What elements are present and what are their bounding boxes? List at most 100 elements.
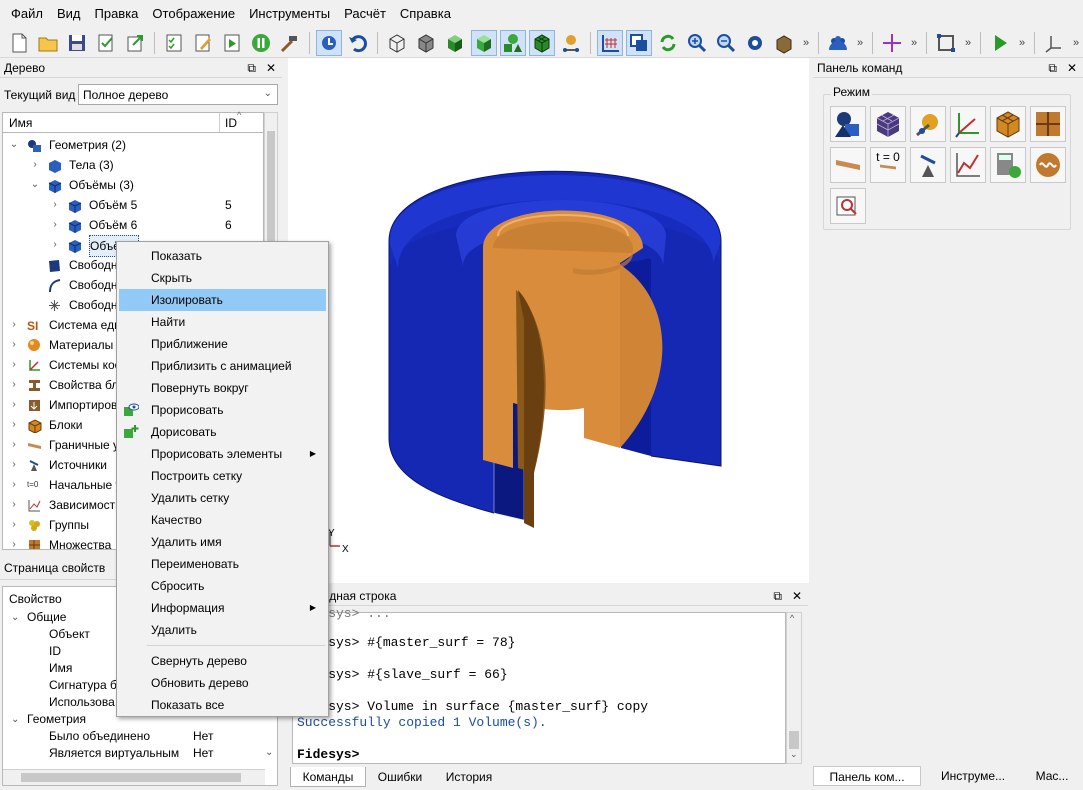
collapsed-icon[interactable]: › <box>8 455 20 475</box>
blocks-mode-button[interactable] <box>990 106 1026 142</box>
float-icon[interactable]: ⧉ <box>247 61 256 76</box>
menu-display[interactable]: Отображение <box>145 0 242 28</box>
zoom-in-icon[interactable] <box>684 30 710 56</box>
calc-mode-button[interactable] <box>990 147 1026 183</box>
select-mode-icon[interactable] <box>316 29 342 56</box>
float-icon[interactable]: ⧉ <box>773 589 782 604</box>
ctx-hide[interactable]: Скрыть <box>119 267 326 289</box>
toolbar-overflow[interactable]: » <box>1016 37 1028 49</box>
view-select[interactable]: Полное дерево ⌄ <box>78 84 278 105</box>
undo-icon[interactable] <box>345 30 371 56</box>
ctx-rename[interactable]: Переименовать <box>119 553 326 575</box>
tab-tools[interactable]: Инструме... <box>925 766 1021 786</box>
mesh-mode-button[interactable] <box>870 106 906 142</box>
export-icon[interactable] <box>122 30 148 56</box>
scroll-up-icon[interactable]: ^ <box>790 613 794 623</box>
ctx-show[interactable]: Показать <box>119 245 326 267</box>
tab-masters[interactable]: Мас... <box>1024 766 1080 786</box>
collapsed-icon[interactable]: › <box>49 235 61 255</box>
tree-item-volume-5[interactable]: › Объём 5 5 <box>3 195 263 215</box>
ctx-quality[interactable]: Качество <box>119 509 326 531</box>
menu-help[interactable]: Справка <box>393 0 458 28</box>
search-mode-button[interactable] <box>830 188 866 224</box>
solid-cube-icon[interactable] <box>471 29 497 56</box>
ctx-find[interactable]: Найти <box>119 311 326 333</box>
tree-item-geometry[interactable]: ⌄ Геометрия (2) <box>3 135 263 155</box>
menu-calc[interactable]: Расчёт <box>337 0 393 28</box>
nodes-icon[interactable] <box>558 30 584 56</box>
dependency-mode-button[interactable] <box>950 147 986 183</box>
zoom-out-icon[interactable] <box>713 30 739 56</box>
ctx-rotate-around[interactable]: Повернуть вокруг <box>119 377 326 399</box>
close-icon[interactable]: ✕ <box>266 61 276 75</box>
scroll-thumb[interactable] <box>267 131 275 241</box>
tree-item-volumes[interactable]: ⌄ Объёмы (3) <box>3 175 263 195</box>
coord-mode-button[interactable] <box>950 106 986 142</box>
tab-errors[interactable]: Ошибки <box>370 767 430 787</box>
scroll-thumb[interactable] <box>21 773 241 782</box>
menu-tools[interactable]: Инструменты <box>242 0 337 28</box>
tab-history[interactable]: История <box>436 767 502 787</box>
crosshair-icon[interactable] <box>879 30 905 56</box>
sources-mode-button[interactable] <box>910 147 946 183</box>
hidden-cube-icon[interactable] <box>413 30 439 56</box>
cmd-scrollbar[interactable]: ^ ⌄ <box>786 612 802 764</box>
edit-doc-icon[interactable] <box>190 30 216 56</box>
toolbar-overflow[interactable]: » <box>854 37 866 49</box>
tree-item-bodies[interactable]: › Тела (3) <box>3 155 263 175</box>
tab-commands[interactable]: Команды <box>290 767 366 787</box>
close-icon[interactable]: ✕ <box>1067 61 1077 75</box>
menu-edit[interactable]: Правка <box>88 0 146 28</box>
close-icon[interactable]: ✕ <box>792 589 802 603</box>
open-folder-icon[interactable] <box>35 30 61 56</box>
run-icon[interactable] <box>987 30 1013 56</box>
wireframe-cube-icon[interactable] <box>384 30 410 56</box>
expanded-icon[interactable]: ⌄ <box>11 711 19 728</box>
ctx-add-draw[interactable]: Дорисовать <box>119 421 326 443</box>
ctx-delete[interactable]: Удалить <box>119 619 326 641</box>
collapsed-icon[interactable]: › <box>8 535 20 549</box>
sets-mode-button[interactable] <box>1030 106 1066 142</box>
ctx-build-mesh[interactable]: Построить сетку <box>119 465 326 487</box>
collapsed-icon[interactable]: › <box>49 215 61 235</box>
toolbar-overflow[interactable]: » <box>1070 37 1082 49</box>
tab-command-panel[interactable]: Панель ком... <box>813 766 921 786</box>
collapsed-icon[interactable]: › <box>8 475 20 495</box>
col-name-header[interactable]: Имя <box>9 116 32 130</box>
menu-view[interactable]: Вид <box>50 0 88 28</box>
new-file-icon[interactable] <box>6 30 32 56</box>
initial-mode-button[interactable]: t = 0 <box>870 147 906 183</box>
ctx-isolate[interactable]: Изолировать <box>119 289 326 311</box>
bounding-box-icon[interactable] <box>933 30 959 56</box>
ctx-zoom-animate[interactable]: Приблизить с анимацией <box>119 355 326 377</box>
material-mode-button[interactable] <box>910 106 946 142</box>
expanded-icon[interactable]: ⌄ <box>11 609 19 626</box>
boundary-mode-button[interactable] <box>830 147 866 183</box>
collapsed-icon[interactable]: › <box>8 335 20 355</box>
toolbar-overflow[interactable]: » <box>908 37 920 49</box>
collapsed-icon[interactable]: › <box>8 395 20 415</box>
ctx-info[interactable]: Информация ▶ <box>119 597 326 619</box>
col-id-header[interactable]: ID <box>225 116 237 130</box>
ctx-delete-mesh[interactable]: Удалить сетку <box>119 487 326 509</box>
overlay-window-icon[interactable] <box>626 29 652 56</box>
ctx-delete-name[interactable]: Удалить имя <box>119 531 326 553</box>
menu-file[interactable]: Файл <box>4 0 50 28</box>
zoom-fit-icon[interactable] <box>742 30 768 56</box>
view-box-icon[interactable] <box>771 30 797 56</box>
scroll-down-icon[interactable]: ⌄ <box>790 749 798 760</box>
scroll-thumb[interactable] <box>789 731 799 749</box>
results-mode-button[interactable] <box>1030 147 1066 183</box>
float-icon[interactable]: ⧉ <box>1048 61 1057 76</box>
tree-item-volume-6[interactable]: › Объём 6 6 <box>3 215 263 235</box>
ctx-reset[interactable]: Сбросить <box>119 575 326 597</box>
collapsed-icon[interactable]: › <box>8 355 20 375</box>
collapsed-icon[interactable]: › <box>8 515 20 535</box>
grid-axes-icon[interactable] <box>597 29 623 56</box>
ctx-collapse-tree[interactable]: Свернуть дерево <box>119 650 326 672</box>
ctx-draw-elements[interactable]: Прорисовать элементы ▶ <box>119 443 326 465</box>
pause-icon[interactable] <box>248 30 274 56</box>
collapsed-icon[interactable]: › <box>8 435 20 455</box>
collapsed-icon[interactable]: › <box>8 495 20 515</box>
ctx-refresh-tree[interactable]: Обновить дерево <box>119 672 326 694</box>
